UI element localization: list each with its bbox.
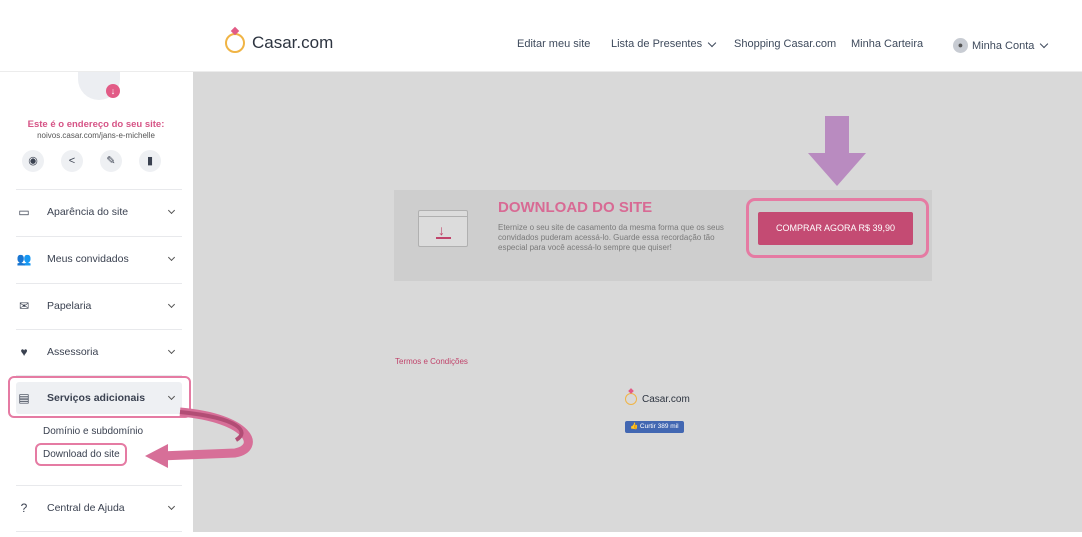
page-root: Casar.com Editar meu site Lista de Prese… — [0, 0, 1082, 537]
curved-pink-arrow-icon — [145, 407, 253, 468]
purple-down-arrow-icon — [808, 116, 866, 186]
annotation-arrows — [145, 116, 866, 468]
